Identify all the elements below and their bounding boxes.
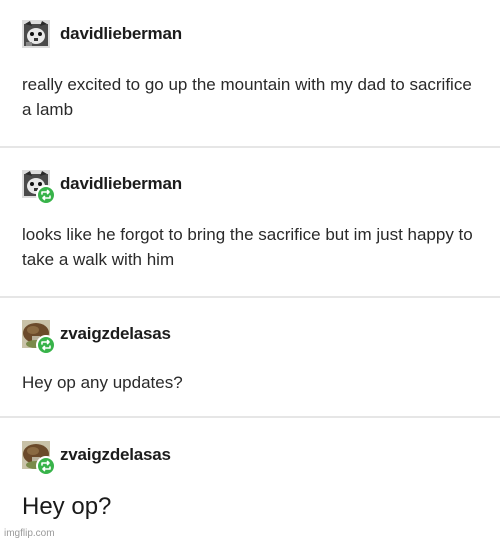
reblog-icon (41, 339, 51, 351)
reblog-badge (36, 335, 56, 355)
post-text: Hey op any updates? (22, 373, 183, 392)
username[interactable]: davidlieberman (60, 24, 182, 44)
bw-cat-avatar-icon (22, 20, 50, 48)
reblog-icon (41, 189, 51, 201)
post-divider (0, 146, 500, 148)
post-header: zvaigzdelasas (22, 320, 171, 355)
reblog-badge (36, 456, 56, 476)
user-avatar[interactable] (22, 320, 56, 355)
post-divider (0, 416, 500, 418)
post-header: davidlieberman (22, 170, 182, 205)
post-text: looks like he forgot to bring the sacrif… (22, 225, 473, 269)
username[interactable]: zvaigzdelasas (60, 324, 171, 344)
post-header: zvaigzdelasas (22, 441, 171, 476)
username[interactable]: davidlieberman (60, 174, 182, 194)
watermark: imgflip.com (4, 528, 55, 539)
post-header: davidlieberman (22, 20, 182, 48)
username[interactable]: zvaigzdelasas (60, 445, 171, 465)
post-divider (0, 296, 500, 298)
user-avatar[interactable] (22, 170, 56, 205)
post-text: Hey op? (22, 493, 112, 520)
user-avatar[interactable] (22, 441, 56, 476)
post-text: really excited to go up the mountain wit… (22, 75, 472, 119)
reblog-badge (36, 185, 56, 205)
user-avatar[interactable] (22, 20, 50, 48)
reblog-icon (41, 460, 51, 472)
